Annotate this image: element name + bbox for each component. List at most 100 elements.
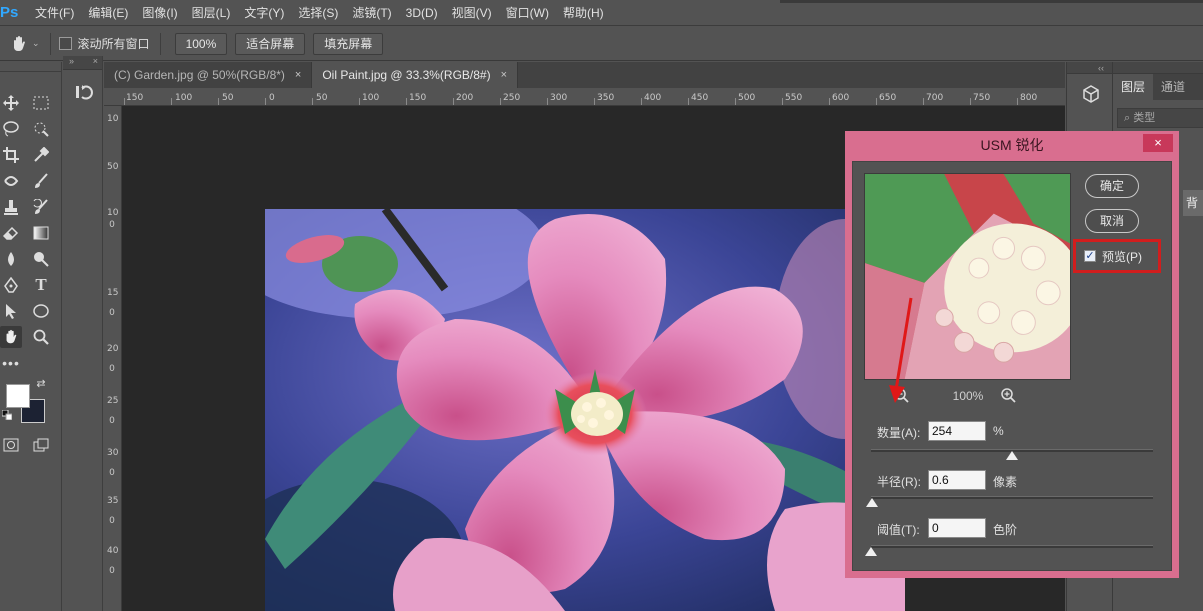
healing-tool-icon[interactable] (0, 170, 22, 192)
tab-garden[interactable]: (C) Garden.jpg @ 50%(RGB/8*) × (104, 62, 313, 88)
tab-layers[interactable]: 图层 (1113, 74, 1154, 100)
lasso-tool-icon[interactable] (0, 118, 22, 140)
crop-tool-icon[interactable] (0, 144, 22, 166)
foreground-color-swatch[interactable] (6, 384, 30, 408)
ruler-label: 20 (107, 344, 119, 354)
eyedropper-tool-icon[interactable] (30, 144, 52, 166)
ellipse-tool-icon[interactable] (30, 300, 52, 322)
fill-screen-button[interactable]: 填充屏幕 (313, 32, 384, 55)
toolbar-grip[interactable] (0, 62, 61, 72)
close-icon[interactable]: × (501, 62, 507, 88)
menu-help[interactable]: 帮助(H) (556, 0, 611, 26)
eraser-tool-icon[interactable] (0, 222, 22, 244)
ruler-label: 800 (1020, 93, 1038, 103)
menu-bar: Ps 文件(F) 编辑(E) 图像(I) 图层(L) 文字(Y) 选择(S) 滤… (0, 0, 1203, 26)
type-tool-icon[interactable]: T (30, 274, 52, 296)
expand-arrows-icon[interactable]: » (69, 56, 74, 66)
zoom-in-icon[interactable] (1000, 387, 1018, 405)
preview-checkbox[interactable]: ✓ (1084, 250, 1096, 262)
close-icon[interactable]: × (295, 62, 301, 88)
zoom-out-icon[interactable] (893, 387, 911, 405)
close-button[interactable]: × (1143, 134, 1173, 152)
scroll-all-label: 滚动所有窗口 (77, 37, 150, 51)
blur-tool-icon[interactable] (0, 248, 22, 270)
title-bar-blank (780, 0, 1203, 3)
pen-tool-icon[interactable] (0, 274, 22, 296)
more-tools-icon[interactable]: ••• (0, 352, 22, 374)
history-brush-tool-icon[interactable] (30, 196, 52, 218)
threshold-slider[interactable] (871, 545, 1153, 548)
ruler-label: 10 (107, 114, 119, 124)
marquee-tool-icon[interactable] (30, 92, 52, 114)
collapsed-panel-strip: » × (63, 56, 103, 611)
menu-type[interactable]: 文字(Y) (237, 0, 291, 26)
menu-layer[interactable]: 图层(L) (185, 0, 238, 26)
screen-mode-icon[interactable] (30, 434, 52, 456)
layer-row-background[interactable]: 背景 (1183, 190, 1203, 216)
amount-slider-thumb[interactable] (1006, 451, 1018, 460)
3d-cube-icon[interactable] (1081, 84, 1101, 104)
ruler-label: 0 (269, 93, 275, 103)
menu-view[interactable]: 视图(V) (445, 0, 499, 26)
gradient-tool-icon[interactable] (30, 222, 52, 244)
expand-arrows-icon[interactable]: ‹‹ (1067, 62, 1112, 74)
ruler-label: 50 (222, 93, 234, 103)
ok-button[interactable]: 确定 (1085, 174, 1139, 198)
amount-input[interactable]: 254 (928, 421, 986, 441)
cancel-button[interactable]: 取消 (1085, 209, 1139, 233)
ruler-label: 0 (109, 364, 115, 374)
stamp-tool-icon[interactable] (0, 196, 22, 218)
options-bar: ⌄ 滚动所有窗口 100% 适合屏幕 填充屏幕 (0, 27, 1203, 61)
collapse-strip-bar[interactable]: » × (63, 56, 102, 70)
dodge-tool-icon[interactable] (30, 248, 52, 270)
search-icon: ⌕ (1124, 112, 1131, 124)
ruler-label: 250 (503, 93, 521, 103)
flower-photo[interactable] (265, 209, 905, 611)
threshold-input[interactable]: 0 (928, 518, 986, 538)
menu-select[interactable]: 选择(S) (291, 0, 345, 26)
expand-arrows-icon[interactable] (1113, 62, 1203, 74)
scroll-all-checkbox[interactable] (58, 37, 72, 50)
radius-input[interactable]: 0.6 (928, 470, 986, 490)
zoom-100-button[interactable]: 100% (174, 32, 228, 55)
menu-file[interactable]: 文件(F) (28, 0, 81, 26)
zoom-percentage: 100% (952, 389, 984, 403)
hand-tool-icon[interactable] (0, 326, 22, 348)
filter-preview[interactable] (864, 173, 1071, 380)
tab-label: (C) Garden.jpg @ 50%(RGB/8*) (114, 68, 285, 82)
hand-tool-icon[interactable] (10, 35, 28, 53)
radius-unit: 像素 (993, 475, 1018, 489)
chevron-down-icon[interactable]: ⌄ (32, 38, 40, 49)
ruler-label: 35 (107, 496, 119, 506)
fit-screen-button[interactable]: 适合屏幕 (235, 32, 306, 55)
tab-oil-paint[interactable]: Oil Paint.jpg @ 33.3%(RGB/8#) × (312, 62, 519, 88)
vertical-ruler[interactable]: 10 50 10 0 15 0 20 0 25 0 30 0 35 0 40 0 (104, 106, 122, 611)
radius-slider-thumb[interactable] (865, 498, 878, 507)
ruler-label: 350 (597, 93, 615, 103)
path-select-tool-icon[interactable] (0, 300, 22, 322)
history-panel-icon[interactable] (73, 82, 93, 102)
quick-select-tool-icon[interactable] (30, 118, 52, 140)
threshold-slider-thumb[interactable] (865, 547, 877, 556)
default-colors-icon[interactable] (0, 408, 14, 422)
move-tool-icon[interactable] (0, 92, 22, 114)
menu-window[interactable]: 窗口(W) (499, 0, 556, 26)
close-icon[interactable]: × (93, 56, 102, 66)
menu-image[interactable]: 图像(I) (135, 0, 184, 26)
horizontal-ruler[interactable]: 150 100 50 0 50 100 150 200 250 300 350 … (104, 88, 1065, 106)
zoom-tool-icon[interactable] (30, 326, 52, 348)
swap-colors-icon[interactable]: ⇄ (34, 376, 48, 390)
menu-filter[interactable]: 滤镜(T) (345, 0, 398, 26)
ruler-label: 30 (107, 448, 119, 458)
ruler-label: 0 (109, 468, 115, 478)
tab-channels[interactable]: 通道 (1153, 74, 1193, 100)
menu-edit[interactable]: 编辑(E) (81, 0, 135, 26)
ruler-label: 750 (973, 93, 991, 103)
layer-filter-select[interactable]: ⌕ 类型 (1117, 108, 1203, 128)
quick-mask-icon[interactable] (0, 434, 22, 456)
preview-highlight: ✓ 预览(P) (1073, 239, 1161, 273)
radius-slider[interactable] (871, 496, 1153, 499)
menu-3d[interactable]: 3D(D) (399, 0, 445, 26)
brush-tool-icon[interactable] (30, 170, 52, 192)
threshold-label: 阈值(T): (877, 523, 920, 537)
